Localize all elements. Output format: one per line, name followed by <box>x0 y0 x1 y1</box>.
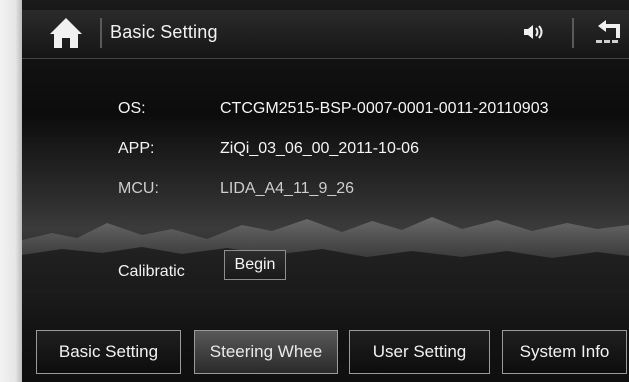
calibration-label: Calibratic <box>118 263 185 280</box>
home-icon[interactable] <box>46 14 86 52</box>
page-title: Basic Setting <box>110 22 218 42</box>
paper-edge <box>0 0 22 382</box>
bottom-tabs: Basic Setting Steering Whee User Setting… <box>36 330 629 374</box>
app-label: APP: <box>118 140 155 157</box>
os-value: CTCGM2515-BSP-0007-0001-0011-20110903 <box>220 100 549 117</box>
tab-steering-wheel[interactable]: Steering Whee <box>194 330 338 374</box>
mcu-label: MCU: <box>118 180 159 197</box>
tab-user-setting[interactable]: User Setting <box>349 330 490 374</box>
device-screen: Basic Setting OS: CTCGM2515-BSP-0007-000… <box>0 0 629 382</box>
volume-icon[interactable] <box>520 22 552 42</box>
tab-basic-setting[interactable]: Basic Setting <box>36 330 181 374</box>
tab-system-info[interactable]: System Info <box>502 330 627 374</box>
header-separator <box>100 18 102 48</box>
back-arrow-icon[interactable] <box>592 16 626 48</box>
os-label: OS: <box>118 100 146 117</box>
mcu-value: LIDA_A4_11_9_26 <box>220 180 355 197</box>
app-value: ZiQi_03_06_00_2011-10-06 <box>220 140 419 157</box>
header-separator <box>572 18 574 48</box>
mountain-background <box>22 205 629 290</box>
begin-button[interactable]: Begin <box>224 250 286 280</box>
